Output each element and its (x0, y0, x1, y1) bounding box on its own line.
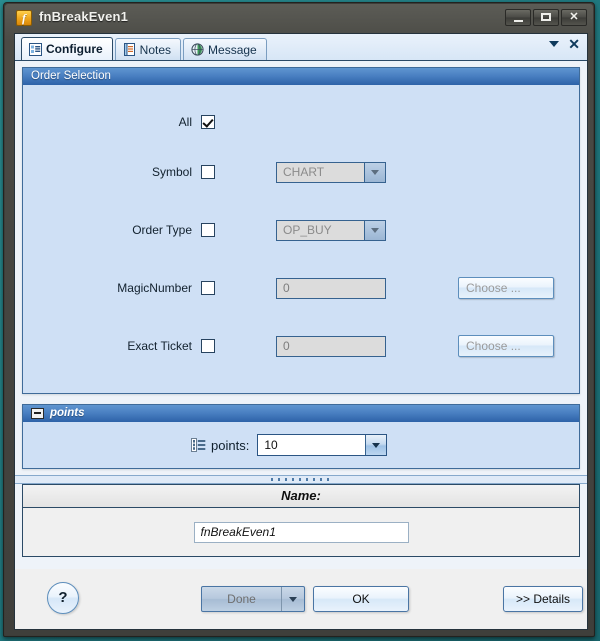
application-window: f fnBreakEven1 ✕ Configure Notes Message… (3, 2, 595, 637)
points-group: points points: 10 (22, 404, 580, 469)
combo-symbol-value: CHART (277, 162, 364, 182)
combo-points[interactable]: 10 (257, 434, 388, 456)
close-button[interactable]: ✕ (561, 9, 587, 26)
chevron-down-icon[interactable] (281, 587, 304, 611)
done-button-label: Done (227, 592, 256, 606)
exact-ticket-field-slot: 0 (276, 335, 406, 357)
panel-splitter[interactable] (15, 475, 587, 484)
parameter-list-icon (191, 438, 206, 452)
tab-strip: Configure Notes Message ✕ (15, 34, 587, 61)
label-magic-number: MagicNumber (117, 281, 192, 295)
name-panel: Name: fnBreakEven1 (22, 484, 580, 557)
help-button[interactable]: ? (47, 582, 79, 614)
tab-message-label: Message (208, 42, 257, 57)
magic-number-field-slot: 0 (276, 277, 406, 299)
combo-points-value: 10 (258, 435, 366, 455)
client-area: Configure Notes Message ✕ Order Selectio… (14, 33, 588, 630)
desktop-background: f fnBreakEven1 ✕ Configure Notes Message… (0, 0, 600, 641)
name-panel-body: fnBreakEven1 (23, 508, 579, 556)
function-f-icon: f (16, 10, 32, 26)
row-magic-number: MagicNumber 0 Choose ... (23, 259, 579, 317)
label-exact-ticket: Exact Ticket (127, 339, 192, 353)
symbol-field-slot: CHART (276, 161, 406, 183)
done-split-button[interactable]: Done (201, 586, 305, 612)
chevron-down-icon[interactable] (365, 435, 387, 455)
row-points: points: 10 (23, 422, 579, 468)
order-selection-header: Order Selection (23, 68, 579, 85)
minimize-icon (513, 20, 523, 22)
row-order-type: Order Type OP_BUY (23, 201, 579, 259)
label-order-type: Order Type (132, 223, 192, 237)
combo-order-type-value: OP_BUY (277, 220, 364, 240)
tab-configure-label: Configure (46, 42, 103, 56)
tab-strip-actions: ✕ (549, 37, 580, 51)
maximize-icon (541, 13, 551, 21)
points-group-header: points (23, 405, 579, 422)
combo-order-type[interactable]: OP_BUY (276, 219, 386, 241)
order-selection-title: Order Selection (31, 70, 111, 82)
minimize-button[interactable] (505, 9, 531, 26)
input-exact-ticket[interactable]: 0 (276, 335, 386, 357)
input-magic-number[interactable]: 0 (276, 277, 386, 299)
close-icon: ✕ (569, 11, 579, 23)
checkbox-magic-number[interactable] (201, 281, 215, 295)
choose-exact-ticket-button[interactable]: Choose ... (458, 335, 554, 357)
title-bar[interactable]: f fnBreakEven1 ✕ (5, 4, 593, 32)
points-label: points: (211, 437, 250, 453)
ok-button[interactable]: OK (313, 586, 409, 612)
row-exact-ticket: Exact Ticket 0 Choose ... (23, 317, 579, 375)
checkbox-all[interactable] (201, 115, 215, 129)
name-input[interactable]: fnBreakEven1 (193, 521, 409, 543)
configure-list-icon (29, 42, 42, 56)
tab-notes-label: Notes (139, 42, 172, 57)
checkbox-symbol[interactable] (201, 165, 215, 179)
chevron-down-icon[interactable] (549, 41, 560, 47)
checkbox-order-type[interactable] (201, 223, 215, 237)
order-selection-body: All Symbol CHART Order Type OP_BUY Magic… (23, 85, 579, 393)
row-symbol: Symbol CHART (23, 143, 579, 201)
points-group-title: points (50, 407, 85, 419)
tab-message[interactable]: Message (183, 38, 267, 60)
combo-symbol[interactable]: CHART (276, 161, 386, 183)
tab-notes[interactable]: Notes (114, 38, 182, 60)
checkbox-exact-ticket[interactable] (201, 339, 215, 353)
form-body: Order Selection All Symbol CHART Order T… (15, 61, 587, 569)
choose-magic-number-button[interactable]: Choose ... (458, 277, 554, 299)
notes-icon (123, 43, 135, 56)
close-icon[interactable]: ✕ (568, 37, 580, 51)
collapse-box-icon[interactable] (31, 408, 44, 419)
message-globe-icon (191, 43, 204, 56)
details-button[interactable]: >> Details (503, 586, 583, 612)
chevron-down-icon[interactable] (364, 162, 385, 182)
maximize-button[interactable] (533, 9, 559, 26)
row-all: All (23, 85, 579, 143)
tab-list: Configure Notes Message (21, 37, 267, 60)
points-group-body: points: 10 (23, 422, 579, 468)
footer-bar: ? Done OK >> Details (15, 569, 587, 629)
splitter-grip-icon (271, 478, 331, 481)
window-title: fnBreakEven1 (39, 9, 129, 24)
order-selection-group: Order Selection All Symbol CHART Order T… (22, 67, 580, 394)
order-type-field-slot: OP_BUY (276, 219, 406, 241)
window-frame-inner: f fnBreakEven1 ✕ Configure Notes Message… (5, 4, 593, 635)
label-all: All (178, 115, 192, 129)
tab-configure[interactable]: Configure (21, 37, 113, 60)
chevron-down-icon[interactable] (364, 220, 385, 240)
name-panel-header: Name: (23, 485, 579, 508)
label-symbol: Symbol (151, 165, 192, 179)
